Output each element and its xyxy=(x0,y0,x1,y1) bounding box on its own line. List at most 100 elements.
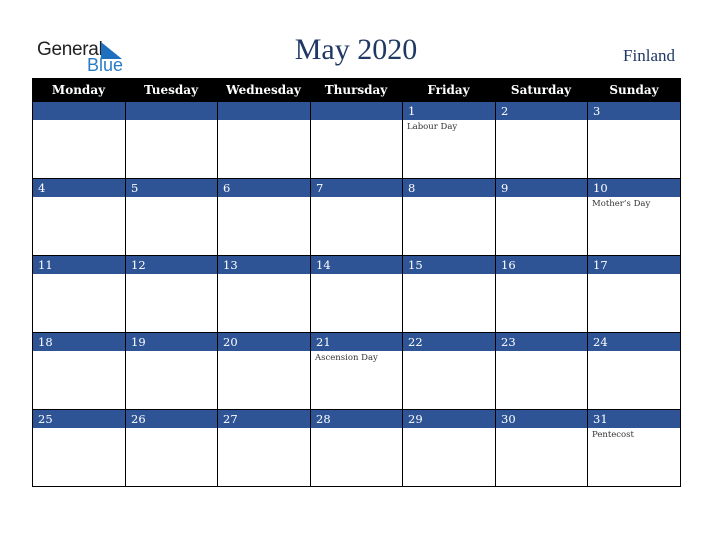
day-number: 28 xyxy=(310,410,402,428)
day-cell[interactable] xyxy=(587,274,681,332)
day-number: 11 xyxy=(32,256,125,274)
day-number: 27 xyxy=(217,410,310,428)
day-cell[interactable] xyxy=(587,351,681,409)
day-number: 21 xyxy=(310,333,402,351)
weekday-wednesday: Wednesday xyxy=(226,83,301,97)
day-number: 20 xyxy=(217,333,310,351)
day-cell[interactable] xyxy=(125,274,217,332)
date-strip: 11 12 13 14 15 16 17 xyxy=(32,256,681,274)
day-number: 15 xyxy=(402,256,495,274)
day-number: 2 xyxy=(495,102,587,120)
calendar-grid: Monday Tuesday Wednesday Thursday Friday… xyxy=(32,78,681,487)
day-cell[interactable] xyxy=(310,428,402,486)
holiday-label: Pentecost xyxy=(592,430,634,440)
holiday-label: Labour Day xyxy=(407,122,458,132)
weekday-tuesday: Tuesday xyxy=(143,83,199,97)
day-number: 8 xyxy=(402,179,495,197)
day-number xyxy=(217,102,310,120)
events-row: Mother’s Day xyxy=(32,197,681,256)
day-number: 22 xyxy=(402,333,495,351)
day-number: 4 xyxy=(32,179,125,197)
events-row xyxy=(32,274,681,333)
weekday-sunday: Sunday xyxy=(609,83,659,97)
day-number: 26 xyxy=(125,410,217,428)
day-cell[interactable] xyxy=(32,351,125,409)
week-row: 4 5 6 7 8 9 10 Mother’s Day xyxy=(32,179,681,256)
day-number: 5 xyxy=(125,179,217,197)
day-cell[interactable] xyxy=(495,120,587,178)
day-number: 1 xyxy=(402,102,495,120)
day-number: 25 xyxy=(32,410,125,428)
date-strip: 25 26 27 28 29 30 31 xyxy=(32,410,681,428)
weekday-header: Monday Tuesday Wednesday Thursday Friday… xyxy=(32,78,681,102)
day-number: 18 xyxy=(32,333,125,351)
day-cell[interactable] xyxy=(217,428,310,486)
week-row: 25 26 27 28 29 30 31 Pentecost xyxy=(32,410,681,487)
weekday-saturday: Saturday xyxy=(510,83,572,97)
day-cell[interactable] xyxy=(310,197,402,255)
day-cell[interactable] xyxy=(402,428,495,486)
day-number: 9 xyxy=(495,179,587,197)
weekday-friday: Friday xyxy=(427,83,470,97)
day-cell[interactable] xyxy=(125,120,217,178)
events-row: Ascension Day xyxy=(32,351,681,410)
day-number: 10 xyxy=(587,179,681,197)
events-row: Pentecost xyxy=(32,428,681,487)
day-number: 30 xyxy=(495,410,587,428)
holiday-label: Mother’s Day xyxy=(592,199,651,209)
day-cell[interactable] xyxy=(125,351,217,409)
day-cell[interactable] xyxy=(495,351,587,409)
day-cell[interactable] xyxy=(217,274,310,332)
day-cell[interactable] xyxy=(587,120,681,178)
day-cell[interactable] xyxy=(217,351,310,409)
date-strip: 18 19 20 21 22 23 24 xyxy=(32,333,681,351)
day-cell[interactable] xyxy=(32,197,125,255)
day-number: 14 xyxy=(310,256,402,274)
day-cell[interactable]: Ascension Day xyxy=(310,351,402,409)
country-label: Finland xyxy=(623,46,675,65)
calendar-title: May 2020 xyxy=(294,33,418,66)
day-cell[interactable] xyxy=(495,274,587,332)
day-cell[interactable]: Pentecost xyxy=(587,428,681,486)
day-number: 7 xyxy=(310,179,402,197)
day-number: 3 xyxy=(587,102,681,120)
day-number: 13 xyxy=(217,256,310,274)
day-number xyxy=(32,102,125,120)
day-number xyxy=(125,102,217,120)
day-number: 12 xyxy=(125,256,217,274)
weeks-container: 1 2 3 Labour Day 4 5 6 7 8 9 10 Mother’s Day 11 12 13 1… xyxy=(32,102,681,487)
day-number: 19 xyxy=(125,333,217,351)
day-cell[interactable] xyxy=(32,274,125,332)
day-cell[interactable] xyxy=(125,197,217,255)
weekday-thursday: Thursday xyxy=(324,83,388,97)
day-cell[interactable]: Labour Day xyxy=(402,120,495,178)
day-cell[interactable] xyxy=(310,274,402,332)
day-cell[interactable] xyxy=(310,120,402,178)
day-number: 23 xyxy=(495,333,587,351)
day-cell[interactable] xyxy=(402,274,495,332)
day-cell[interactable]: Mother’s Day xyxy=(587,197,681,255)
day-cell[interactable] xyxy=(495,428,587,486)
day-number xyxy=(310,102,402,120)
day-number: 24 xyxy=(587,333,681,351)
day-number: 16 xyxy=(495,256,587,274)
day-cell[interactable] xyxy=(125,428,217,486)
day-number: 17 xyxy=(587,256,681,274)
weekday-monday: Monday xyxy=(51,83,106,97)
week-row: 18 19 20 21 22 23 24 Ascension Day xyxy=(32,333,681,410)
day-number: 6 xyxy=(217,179,310,197)
day-number: 31 xyxy=(587,410,681,428)
day-cell[interactable] xyxy=(32,428,125,486)
day-cell[interactable] xyxy=(217,120,310,178)
day-cell[interactable] xyxy=(32,120,125,178)
day-cell[interactable] xyxy=(217,197,310,255)
events-row: Labour Day xyxy=(32,120,681,179)
date-strip: 123 xyxy=(32,102,681,120)
day-cell[interactable] xyxy=(495,197,587,255)
holiday-label: Ascension Day xyxy=(315,353,378,363)
day-cell[interactable] xyxy=(402,351,495,409)
day-cell[interactable] xyxy=(402,197,495,255)
date-strip: 4 5 6 7 8 9 10 xyxy=(32,179,681,197)
week-row: 1 2 3 Labour Day xyxy=(32,102,681,179)
week-row: 11 12 13 14 15 16 17 xyxy=(32,256,681,333)
